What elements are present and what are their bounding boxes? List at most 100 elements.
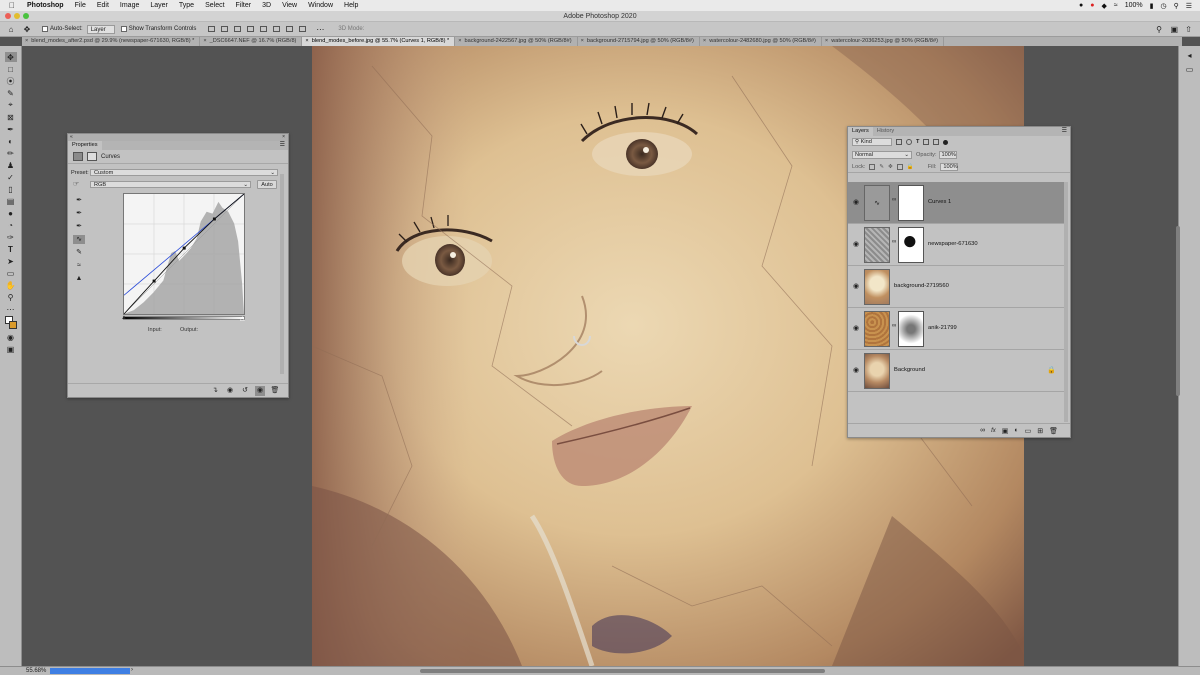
- mask-icon[interactable]: [87, 152, 97, 161]
- pencil-curve-icon[interactable]: ✎: [73, 248, 85, 257]
- blend-mode-dropdown[interactable]: Normal ⌄: [852, 150, 912, 159]
- align-left-icon[interactable]: [208, 26, 216, 32]
- crop-tool-icon[interactable]: ⌖: [5, 100, 17, 110]
- doc-tab[interactable]: × blend_modes_after2.psd @ 29.9% (newspap…: [22, 37, 201, 46]
- auto-button[interactable]: Auto: [257, 180, 277, 189]
- chevron-right-icon[interactable]: ›: [131, 667, 133, 673]
- doc-tab[interactable]: × watercolour-2036253.jpg @ 50% (RGB/8#): [822, 37, 944, 46]
- zoom-level[interactable]: 55.68%: [26, 668, 46, 674]
- curves-graph[interactable]: [123, 193, 245, 315]
- menu-photoshop[interactable]: Photoshop: [27, 2, 64, 9]
- menu-window[interactable]: Window: [308, 2, 333, 9]
- stamp-tool-icon[interactable]: ♟: [5, 160, 17, 170]
- filter-smart-object-icon[interactable]: [933, 139, 940, 145]
- close-tab-icon[interactable]: ×: [825, 38, 828, 44]
- panel-collapse-icon[interactable]: ◂: [1184, 50, 1196, 60]
- link-chain-icon[interactable]: ∞: [892, 323, 896, 329]
- curve-control-point[interactable]: [182, 246, 186, 250]
- view-previous-icon[interactable]: ◉: [225, 386, 235, 396]
- gray-point-eyedropper-icon[interactable]: ✒: [73, 209, 85, 218]
- filter-type-icon[interactable]: T: [916, 139, 919, 145]
- close-window-icon[interactable]: [5, 13, 11, 19]
- menu-filter[interactable]: Filter: [236, 2, 252, 9]
- align-center-icon[interactable]: [221, 26, 229, 32]
- clock-icon[interactable]: ◷: [1160, 2, 1166, 10]
- blur-tool-icon[interactable]: ●: [5, 208, 17, 218]
- visibility-eye-icon[interactable]: ◉: [853, 366, 859, 374]
- auto-select-dropdown[interactable]: Layer: [86, 24, 115, 34]
- align-justify-icon[interactable]: [247, 26, 255, 32]
- tab-history[interactable]: History: [873, 127, 898, 136]
- lock-paint-icon[interactable]: ✎: [879, 164, 884, 170]
- clipping-warning-icon[interactable]: ▲: [73, 274, 85, 283]
- align-bottom-icon[interactable]: [286, 26, 294, 32]
- panel-menu-icon[interactable]: ☰: [1062, 127, 1067, 136]
- new-group-icon[interactable]: ▭: [1025, 427, 1032, 435]
- layer-mask-thumb[interactable]: [898, 227, 924, 263]
- fx-icon[interactable]: fx: [991, 428, 996, 434]
- zoom-tool-icon[interactable]: ⚲: [5, 292, 17, 302]
- search-icon[interactable]: ⚲: [1156, 25, 1162, 34]
- doc-tab-active[interactable]: × blend_modes_before.jpg @ 55.7% (Curves …: [302, 37, 456, 46]
- layer-row-rust[interactable]: ◉ ∞ anik-21799: [848, 308, 1064, 350]
- close-panel-icon[interactable]: ×: [282, 134, 285, 141]
- minimize-window-icon[interactable]: [14, 13, 20, 19]
- vertical-scrollbar[interactable]: [1176, 226, 1180, 396]
- more-options-icon[interactable]: ⋯: [316, 25, 324, 34]
- horizontal-scrollbar[interactable]: [420, 669, 825, 673]
- doc-tab[interactable]: × watercolour-2482680.jpg @ 50% (RGB/8#): [700, 37, 822, 46]
- menu-view[interactable]: View: [282, 2, 297, 9]
- brush-tool-icon[interactable]: ✏: [5, 148, 17, 158]
- link-layers-icon[interactable]: ∞: [980, 427, 985, 434]
- share-icon[interactable]: ⇧: [1185, 25, 1192, 34]
- filter-adjustment-icon[interactable]: [906, 139, 912, 145]
- close-tab-icon[interactable]: ×: [305, 38, 308, 44]
- close-tab-icon[interactable]: ×: [203, 38, 206, 44]
- lock-all-icon[interactable]: 🔒: [907, 164, 914, 170]
- show-transform-checkbox[interactable]: [120, 26, 127, 32]
- layer-mask-thumb[interactable]: [898, 185, 924, 221]
- quick-select-tool-icon[interactable]: ✎: [5, 88, 17, 98]
- close-tab-icon[interactable]: ×: [581, 38, 584, 44]
- tab-properties[interactable]: Properties: [68, 141, 102, 150]
- menu-3d[interactable]: 3D: [262, 2, 271, 9]
- quick-mask-icon[interactable]: ◉: [5, 332, 17, 342]
- frame-tool-icon[interactable]: ⊠: [5, 112, 17, 122]
- panel-menu-icon[interactable]: ☰: [280, 141, 285, 150]
- close-tab-icon[interactable]: ×: [25, 38, 28, 44]
- doc-tab[interactable]: × background-2715794.jpg @ 50% (RGB/8#): [578, 37, 700, 46]
- black-slider-icon[interactable]: ▲: [121, 315, 127, 321]
- reset-icon[interactable]: ↺: [240, 386, 250, 396]
- search-icon[interactable]: ⚲: [1174, 2, 1179, 10]
- filter-kind-dropdown[interactable]: ⚲ Kind: [852, 138, 892, 146]
- menu-layer[interactable]: Layer: [150, 2, 168, 9]
- lasso-tool-icon[interactable]: ⦿: [5, 76, 17, 86]
- layer-row-background-texture[interactable]: ◉ background-2719560: [848, 266, 1064, 308]
- doc-tab[interactable]: × _DSC6647.NEF @ 16.7% (RGB/8): [200, 37, 303, 46]
- wifi-icon[interactable]: ≈: [1114, 2, 1118, 9]
- more-tools-icon[interactable]: ⋯: [5, 304, 17, 314]
- move-tool-preset-icon[interactable]: ✥: [18, 25, 36, 34]
- lock-transparent-icon[interactable]: [869, 163, 876, 170]
- hand-tool-icon[interactable]: ✋: [5, 280, 17, 290]
- filter-toggle-icon[interactable]: [943, 139, 949, 145]
- link-chain-icon[interactable]: ∞: [892, 239, 896, 245]
- curve-control-point[interactable]: [152, 279, 156, 283]
- add-mask-icon[interactable]: ▣: [1002, 427, 1009, 435]
- lock-position-icon[interactable]: ✥: [888, 164, 893, 170]
- properties-scrollbar[interactable]: [280, 174, 284, 374]
- eraser-tool-icon[interactable]: ▯: [5, 184, 17, 194]
- history-brush-tool-icon[interactable]: ✓: [5, 172, 17, 182]
- curve-control-point[interactable]: [212, 217, 216, 221]
- screen-mode-icon[interactable]: ▣: [5, 344, 17, 354]
- align-top-icon[interactable]: [260, 26, 268, 32]
- delete-icon[interactable]: 🗑: [270, 386, 280, 396]
- pen-tool-icon[interactable]: ✑: [5, 232, 17, 242]
- lock-artboard-icon[interactable]: [896, 163, 903, 170]
- menu-image[interactable]: Image: [120, 2, 139, 9]
- color-swatches-icon[interactable]: [4, 316, 17, 330]
- close-tab-icon[interactable]: ×: [703, 38, 706, 44]
- visibility-eye-icon[interactable]: ◉: [853, 240, 859, 248]
- layer-row-background[interactable]: ◉ Background 🔒: [848, 350, 1064, 392]
- layer-row-curves[interactable]: ◉ ∿ ∞ Curves 1: [848, 182, 1064, 224]
